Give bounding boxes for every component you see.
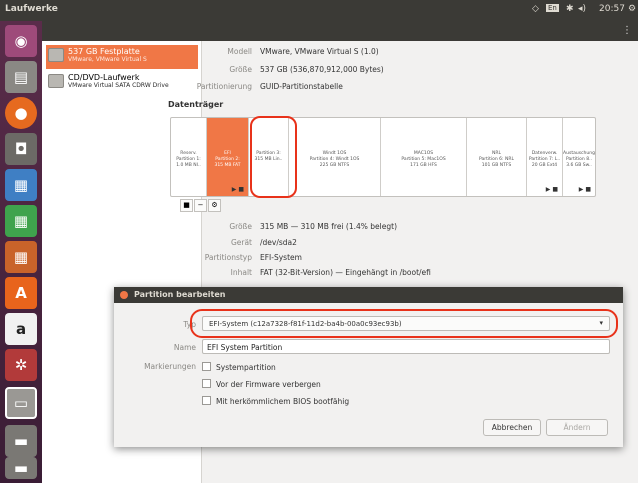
info-key: Modell <box>227 47 252 56</box>
info-key: Größe <box>229 65 252 74</box>
highlight-selected-partition <box>250 116 297 198</box>
partition-toolbar: ■ − ⚙ <box>180 199 230 212</box>
menu-icon[interactable]: ⋮ <box>622 25 632 36</box>
info-row: Größe 537 GB (536,870,912,000 Bytes) <box>164 65 584 77</box>
info-row: Partitionstyp EFI-System <box>164 253 584 265</box>
info-value: EFI-System <box>260 253 302 262</box>
files-icon[interactable]: ▤ <box>5 61 37 93</box>
partition-line: 20 GB Ext4 <box>531 163 558 168</box>
close-icon[interactable] <box>120 291 128 299</box>
partition-line: 101 GB NTFS <box>481 163 512 168</box>
flags-label: Markierungen <box>144 362 196 371</box>
info-value: VMware, VMware Virtual S (1.0) <box>260 47 379 56</box>
dash-icon[interactable]: ◉ <box>5 25 37 57</box>
type-label: Typ <box>183 320 196 329</box>
info-value: /dev/sda2 <box>260 238 297 247</box>
partition-block[interactable]: Windt 1OS Partition 4: Windt 1OS 225 GB NT… <box>289 118 381 196</box>
drive-icon[interactable]: ▬ <box>5 425 37 457</box>
checkbox[interactable] <box>202 379 211 388</box>
flag-hide-from-firmware[interactable]: Vor der Firmware verbergen <box>202 379 321 390</box>
stop-icon[interactable]: ■ <box>180 199 193 212</box>
edit-partition-dialog: Partition bearbeiten Typ EFI-System (c12… <box>114 287 623 447</box>
remove-icon[interactable]: − <box>194 199 207 212</box>
name-label: Name <box>173 343 196 352</box>
info-value: 537 GB (536,870,912,000 Bytes) <box>260 65 384 74</box>
camera-icon[interactable]: ◘ <box>5 133 37 165</box>
partition-line: 3.6 GB Sw.. <box>566 163 592 168</box>
partition-block[interactable]: Austauschung Partition 8.. 3.6 GB Sw.. ▶ ■ <box>563 118 595 196</box>
writer-icon[interactable]: ▦ <box>5 169 37 201</box>
settings-icon[interactable]: ✲ <box>5 349 37 381</box>
mounted-icon: ▶ ■ <box>578 186 591 193</box>
checkbox[interactable] <box>202 396 211 405</box>
partition-block-selected[interactable]: EFI Partition 2: 315 MB FAT ▶ ■ <box>207 118 249 196</box>
flag-system-partition[interactable]: Systempartition <box>202 362 276 373</box>
name-field[interactable]: EFI System Partition <box>202 339 610 354</box>
info-row: Größe 315 MB — 310 MB frei (1.4% belegt) <box>164 222 584 234</box>
flag-legacy-bios-bootable[interactable]: Mit herkömmlichem BIOS bootfähig <box>202 396 349 407</box>
info-value: 315 MB — 310 MB frei (1.4% belegt) <box>260 222 397 231</box>
clock[interactable]: 20:57 <box>599 4 625 14</box>
software-center-icon[interactable]: A <box>5 277 37 309</box>
partition-line: 225 GB NTFS <box>319 163 350 168</box>
info-row: Inhalt FAT (32-Bit-Version) — Eingehängt … <box>164 268 584 280</box>
disks-icon[interactable]: ▭ <box>5 387 37 419</box>
flag-label: Systempartition <box>216 363 276 372</box>
partition-line: 171 GB HFS <box>410 163 437 168</box>
dialog-title: Partition bearbeiten <box>134 290 226 299</box>
info-row: Modell VMware, VMware Virtual S (1.0) <box>164 47 584 59</box>
partition-block[interactable]: Reserv. Partition 1: 1.0 MB NI.. <box>171 118 207 196</box>
mounted-icon: ▶ ■ <box>231 186 244 193</box>
partition-map: Reserv. Partition 1: 1.0 MB NI.. EFI Partit… <box>170 117 596 197</box>
flag-label: Mit herkömmlichem BIOS bootfähig <box>216 397 350 406</box>
checkbox[interactable] <box>202 362 211 371</box>
volume-icon[interactable]: ◂) <box>578 4 586 14</box>
window-titlebar: ⋮ <box>42 21 638 41</box>
launcher: ◉ ▤ ● ◘ ▦ ▦ ▦ A a ✲ ▭ ▬ ▬ <box>0 21 42 483</box>
volumes-heading: Datenträger <box>168 100 224 109</box>
harddisk-icon <box>48 48 64 62</box>
info-key: Partitionierung <box>196 82 252 91</box>
partition-line: 315 MB FAT <box>214 163 241 168</box>
info-key: Inhalt <box>230 268 252 277</box>
options-icon[interactable]: ⚙ <box>208 199 221 212</box>
amazon-icon[interactable]: a <box>5 313 37 345</box>
impress-icon[interactable]: ▦ <box>5 241 37 273</box>
info-key: Gerät <box>230 238 252 247</box>
mounted-icon: ▶ ■ <box>545 186 558 193</box>
partition-block[interactable]: Datenverw. Partition 7: L.. 20 GB Ext4 ▶ ■ <box>527 118 563 196</box>
drive-icon[interactable]: ▬ <box>5 457 37 479</box>
app-title: Laufwerke <box>5 4 58 14</box>
highlight-type-combobox <box>190 309 618 338</box>
session-icon[interactable]: ⚙ <box>628 4 636 14</box>
partition-block[interactable]: NRL Partition 6: NRL 101 GB NTFS <box>467 118 527 196</box>
info-key: Größe <box>229 222 252 231</box>
firefox-icon[interactable]: ● <box>5 97 37 129</box>
keyboard-icon[interactable]: En <box>546 4 559 12</box>
partition-block[interactable]: MAC1OS Partition 5: Mac1OS 171 GB HFS <box>381 118 467 196</box>
change-button[interactable]: Ändern <box>546 419 608 436</box>
info-row: Partitionierung GUID-Partitionstabelle <box>164 82 584 94</box>
partition-line: 1.0 MB NI.. <box>176 163 201 168</box>
calc-icon[interactable]: ▦ <box>5 205 37 237</box>
dialog-titlebar: Partition bearbeiten <box>114 287 623 303</box>
info-key: Partitionstyp <box>204 253 252 262</box>
flag-label: Vor der Firmware verbergen <box>216 380 321 389</box>
info-value: FAT (32-Bit-Version) — Eingehängt in /bo… <box>260 268 431 277</box>
bluetooth-icon[interactable]: ✱ <box>566 4 574 14</box>
top-panel: Laufwerke ◇ En ✱ ◂) 20:57 ⚙ <box>0 0 638 21</box>
info-value: GUID-Partitionstabelle <box>260 82 343 91</box>
info-row: Gerät/dev/sda2 <box>164 238 584 250</box>
cdrom-icon <box>48 74 64 88</box>
cancel-button[interactable]: Abbrechen <box>483 419 541 436</box>
network-icon[interactable]: ◇ <box>532 4 539 14</box>
